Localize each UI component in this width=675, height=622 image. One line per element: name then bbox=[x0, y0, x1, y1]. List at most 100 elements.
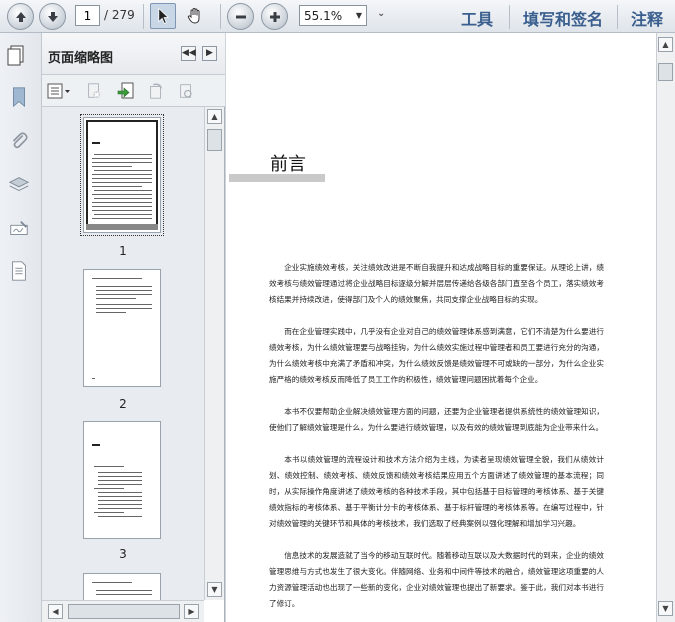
paperclip-icon bbox=[12, 132, 28, 149]
thumbnail-text-line bbox=[92, 582, 132, 583]
fill-sign-pane-link[interactable]: 填写和签名 bbox=[523, 6, 603, 30]
thumbnail-text-line bbox=[92, 444, 100, 446]
thumbnail-text-line bbox=[96, 308, 152, 309]
collapse-panel-button[interactable]: ◀◀ bbox=[181, 46, 196, 61]
thumbnail-text-line bbox=[94, 190, 152, 191]
thumbnail-text-line bbox=[92, 182, 152, 183]
content-nav-button[interactable] bbox=[7, 259, 31, 283]
thumbnail-text-line bbox=[98, 484, 142, 485]
next-page-button[interactable] bbox=[39, 3, 66, 30]
zoom-level-select[interactable]: 55.1% ▼ bbox=[299, 5, 367, 26]
chevron-right-icon: ▶ bbox=[206, 48, 213, 58]
signatures-nav-button[interactable] bbox=[7, 217, 31, 241]
thumbnail-text-line bbox=[92, 210, 152, 211]
page-thumbnail[interactable] bbox=[83, 421, 161, 539]
hand-tool-button[interactable] bbox=[182, 3, 208, 29]
scrollbar-thumb[interactable] bbox=[207, 129, 222, 151]
scrollbar-thumb[interactable] bbox=[68, 604, 180, 619]
thumbnail-text-line bbox=[92, 278, 142, 279]
layers-nav-button[interactable] bbox=[7, 173, 31, 197]
thumbnail-text-line bbox=[92, 194, 152, 195]
rotate-pages-button[interactable] bbox=[146, 81, 166, 101]
thumbnail-page-number: 3 bbox=[119, 547, 127, 561]
bookmarks-nav-button[interactable] bbox=[7, 85, 31, 109]
arrow-up-icon bbox=[15, 11, 26, 22]
page-number-input[interactable] bbox=[75, 5, 100, 26]
page-thumbnail[interactable] bbox=[80, 114, 164, 236]
thumbnail-text-line bbox=[92, 186, 142, 187]
scroll-up-button[interactable]: ▲ bbox=[207, 109, 222, 124]
thumbnails-horizontal-scrollbar[interactable]: ◀ ▶ bbox=[42, 600, 204, 622]
navigation-pane-strip bbox=[0, 33, 42, 622]
attachments-nav-button[interactable] bbox=[7, 129, 31, 153]
thumbnail-text-line bbox=[98, 508, 142, 509]
thumbnail-text-line bbox=[92, 142, 100, 144]
thumbnail-text-line bbox=[94, 512, 124, 513]
thumbnails-panel-title: 页面缩略图 bbox=[48, 51, 114, 66]
chevron-left-icon: ◀ bbox=[52, 607, 59, 616]
toolbar-divider bbox=[617, 5, 618, 29]
page-properties-icon bbox=[180, 84, 192, 98]
comment-pane-link[interactable]: 注释 bbox=[631, 6, 663, 30]
document-paragraph: 本书以绩效管理的流程设计和技术方法介绍为主线，为读者呈现绩效管理全貌，我们从绩效… bbox=[269, 455, 604, 528]
hand-icon bbox=[187, 7, 200, 24]
thumbnails-scroll-area: 1 2 3 bbox=[42, 107, 204, 600]
scroll-left-button[interactable]: ◀ bbox=[48, 604, 63, 619]
bookmark-icon bbox=[13, 87, 25, 108]
thumbnail-text-line bbox=[98, 476, 142, 477]
scroll-down-button[interactable]: ▼ bbox=[207, 582, 222, 597]
thumbnail-text-line bbox=[96, 304, 152, 305]
toolbar-divider bbox=[220, 4, 221, 29]
chevron-down-icon: ▼ bbox=[662, 604, 669, 613]
zoom-in-button[interactable] bbox=[261, 3, 288, 30]
document-paragraph: 而在企业管理实践中，几乎没有企业对自己的绩效管理体系感到满意，它们不清楚为什么要… bbox=[269, 327, 604, 384]
document-content-icon bbox=[12, 261, 26, 281]
view-frame-handle bbox=[86, 224, 158, 230]
scroll-up-button[interactable]: ▲ bbox=[658, 37, 673, 52]
rotate-page-icon bbox=[150, 83, 163, 99]
document-vertical-scrollbar[interactable]: ▲ ▼ bbox=[656, 33, 675, 622]
thumbnail-text-line bbox=[92, 174, 152, 175]
thumbnail-text-line bbox=[94, 466, 124, 467]
thumbnails-toolbar bbox=[42, 75, 225, 107]
thumbnail-text-line bbox=[94, 154, 152, 155]
thumbnails-vertical-scrollbar[interactable]: ▲ ▼ bbox=[204, 107, 224, 600]
thumbnail-text-line bbox=[98, 500, 142, 501]
cursor-icon bbox=[157, 7, 169, 25]
thumbnail-text-line bbox=[96, 590, 152, 591]
thumbnail-text-line bbox=[92, 158, 152, 159]
arrow-down-icon bbox=[47, 11, 58, 22]
scroll-right-button[interactable]: ▶ bbox=[184, 604, 199, 619]
layers-icon bbox=[8, 177, 30, 192]
tools-pane-link[interactable]: 工具 bbox=[461, 6, 493, 30]
thumbnail-text-line bbox=[96, 312, 126, 313]
expand-panel-button[interactable]: ▶ bbox=[202, 46, 217, 61]
thumbnail-text-line bbox=[96, 286, 152, 287]
thumbnail-text-line bbox=[96, 298, 136, 299]
page-properties-button[interactable] bbox=[176, 81, 196, 101]
thumbnail-text-line bbox=[92, 166, 132, 167]
previous-page-button[interactable] bbox=[7, 3, 34, 30]
thumbnail-text-line bbox=[92, 378, 95, 379]
page-thumbnail[interactable] bbox=[83, 573, 161, 600]
delete-page-icon bbox=[88, 83, 101, 99]
plus-icon bbox=[269, 11, 280, 22]
more-tools-menu-icon[interactable]: ⌄ bbox=[377, 8, 385, 19]
delete-pages-button[interactable] bbox=[84, 81, 104, 101]
thumbnail-text-line bbox=[92, 162, 152, 163]
thumbnail-text-line bbox=[96, 294, 152, 295]
main-toolbar: / 279 55.1% ▼ ⌄ 工具 填写和签名 注释 bbox=[0, 0, 675, 33]
select-tool-button[interactable] bbox=[150, 3, 176, 29]
thumbnail-options-button[interactable] bbox=[46, 81, 72, 101]
scrollbar-thumb[interactable] bbox=[658, 63, 673, 81]
toolbar-divider bbox=[509, 5, 510, 29]
thumbnail-text-line bbox=[94, 198, 152, 199]
insert-pages-button[interactable] bbox=[116, 81, 136, 101]
page-thumbnail[interactable] bbox=[83, 269, 161, 387]
zoom-out-button[interactable] bbox=[227, 3, 254, 30]
page-thumbnails-nav-button[interactable] bbox=[5, 42, 29, 66]
thumbnail-text-line bbox=[98, 496, 142, 497]
thumbnail-page-number: 1 bbox=[119, 244, 127, 258]
scroll-down-button[interactable]: ▼ bbox=[658, 601, 673, 616]
thumbnail-text-line bbox=[98, 472, 142, 473]
